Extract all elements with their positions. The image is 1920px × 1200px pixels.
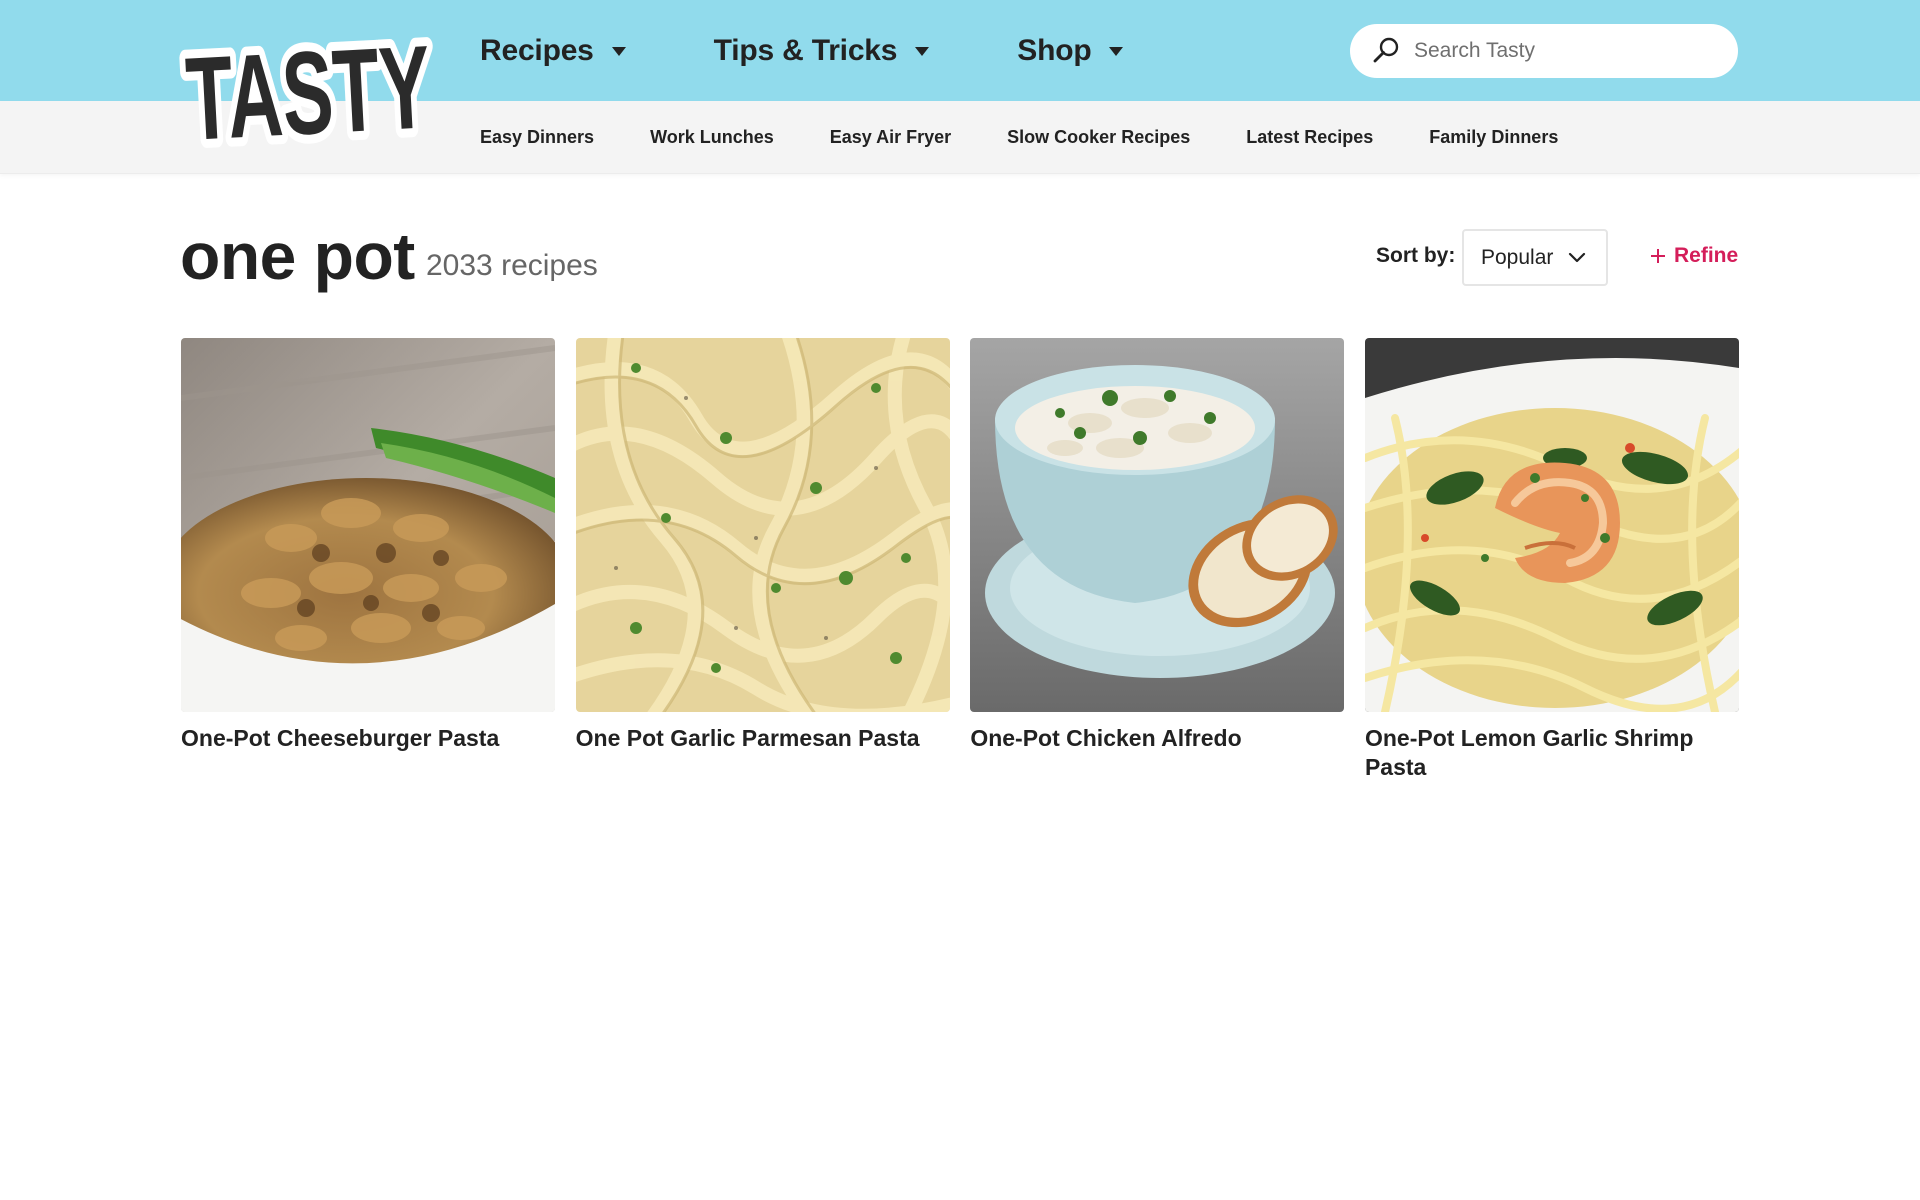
recipe-card[interactable]: One Pot Garlic Parmesan Pasta bbox=[575, 338, 950, 782]
recipe-card[interactable]: One-Pot Chicken Alfredo bbox=[970, 338, 1345, 782]
recipe-count: 2033 recipes bbox=[426, 249, 598, 282]
recipe-image-cheeseburger-pasta[interactable] bbox=[181, 338, 555, 712]
recipe-grid: One-Pot Cheeseburger Pasta One Pot Garli… bbox=[181, 338, 1739, 782]
tasty-logo[interactable]: TASTY TASTY bbox=[174, 12, 443, 175]
recipe-image-garlic-parmesan-pasta[interactable] bbox=[575, 338, 950, 712]
caret-down-icon bbox=[611, 47, 626, 56]
subnav-item-easy-dinners[interactable]: Easy Dinners bbox=[480, 127, 594, 148]
caret-down-icon bbox=[915, 47, 930, 56]
page-title: one pot bbox=[180, 219, 415, 293]
nav-tips-label: Tips & Tricks bbox=[713, 33, 898, 67]
recipe-title[interactable]: One-Pot Chicken Alfredo bbox=[970, 724, 1344, 753]
nav-tips-tricks[interactable]: Tips & Tricks bbox=[714, 34, 930, 68]
caret-down-icon bbox=[1109, 47, 1124, 56]
main-nav: Recipes Tips & Tricks Shop bbox=[480, 0, 1124, 101]
refine-button[interactable]: Refine bbox=[1650, 244, 1738, 268]
svg-text:TASTY: TASTY bbox=[183, 21, 434, 166]
subnav-item-latest-recipes[interactable]: Latest Recipes bbox=[1246, 127, 1373, 148]
recipe-title[interactable]: One Pot Garlic Parmesan Pasta bbox=[576, 724, 950, 753]
sort-dropdown[interactable]: Popular bbox=[1462, 229, 1608, 286]
recipe-image-chicken-alfredo[interactable] bbox=[970, 338, 1345, 712]
nav-shop-label: Shop bbox=[1017, 33, 1092, 67]
subnav-item-easy-air-fryer[interactable]: Easy Air Fryer bbox=[830, 127, 951, 148]
refine-label: Refine bbox=[1674, 244, 1739, 267]
search-box[interactable] bbox=[1350, 24, 1738, 78]
nav-recipes[interactable]: Recipes bbox=[480, 34, 626, 68]
chevron-down-icon bbox=[1568, 252, 1586, 263]
search-input[interactable] bbox=[1414, 39, 1714, 63]
subnav-item-slow-cooker[interactable]: Slow Cooker Recipes bbox=[1007, 127, 1190, 148]
plus-icon bbox=[1651, 249, 1665, 263]
nav-shop[interactable]: Shop bbox=[1017, 33, 1124, 68]
sub-nav: Easy Dinners Work Lunches Easy Air Fryer… bbox=[480, 101, 1614, 174]
recipe-image-lemon-garlic-shrimp-pasta[interactable] bbox=[1364, 338, 1739, 712]
recipe-title[interactable]: One-Pot Cheeseburger Pasta bbox=[181, 724, 555, 753]
subnav-item-family-dinners[interactable]: Family Dinners bbox=[1429, 127, 1558, 148]
nav-recipes-label: Recipes bbox=[480, 33, 594, 67]
subnav-item-work-lunches[interactable]: Work Lunches bbox=[650, 127, 774, 148]
sort-value: Popular bbox=[1481, 245, 1554, 269]
recipe-card[interactable]: One-Pot Cheeseburger Pasta bbox=[181, 338, 555, 782]
recipe-card[interactable]: One-Pot Lemon Garlic Shrimp Pasta bbox=[1364, 338, 1739, 782]
sort-label: Sort by: bbox=[1376, 244, 1456, 267]
search-icon bbox=[1373, 37, 1399, 63]
recipe-title[interactable]: One-Pot Lemon Garlic Shrimp Pasta bbox=[1365, 724, 1739, 782]
